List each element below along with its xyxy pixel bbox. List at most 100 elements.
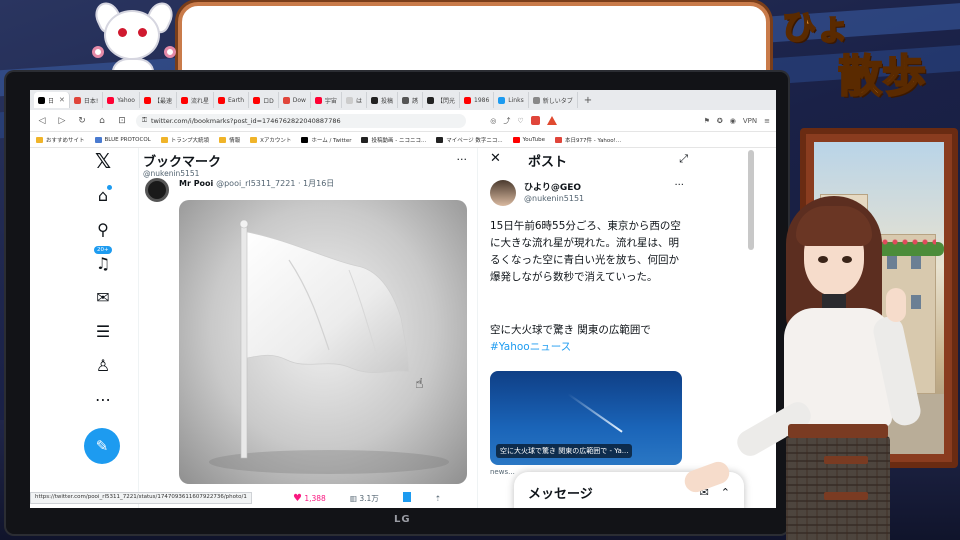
post-author-handle[interactable]: @nukenin5151: [524, 194, 584, 203]
share-button[interactable]: ⇡: [435, 494, 441, 503]
browser-tab[interactable]: Earth: [214, 92, 250, 108]
browser-tab[interactable]: は: [342, 92, 367, 108]
home-nav-icon[interactable]: ⌂: [90, 182, 116, 208]
tab-close-icon[interactable]: ✕: [59, 96, 65, 104]
camera-icon[interactable]: ◎: [490, 117, 496, 125]
tab-favicon-icon: [253, 96, 261, 104]
new-tab-icon[interactable]: +: [584, 95, 592, 106]
browser-tab[interactable]: Dow: [279, 92, 311, 108]
post-more-icon[interactable]: ···: [674, 180, 684, 191]
tweet-author-avatar[interactable]: [145, 178, 169, 202]
browser-tab[interactable]: 宇宙: [311, 92, 342, 108]
bookmark-item[interactable]: 本日977件 - Yahoo!...: [554, 136, 622, 144]
home-icon[interactable]: ⌂: [96, 116, 108, 126]
profile-person-icon[interactable]: ♙: [90, 352, 116, 378]
news-link-card[interactable]: 空に大火球で驚き 関東の広範囲で - Ya...: [490, 371, 682, 465]
browser-tab[interactable]: Yahoo: [103, 92, 140, 108]
lists-icon[interactable]: ☰: [90, 318, 116, 344]
card-caption: 空に大火球で驚き 関東の広範囲で - Ya...: [496, 444, 633, 458]
bar-chart-icon: ▥: [349, 493, 357, 503]
bookmark-item[interactable]: Xアカウント: [250, 136, 291, 144]
browser-tab[interactable]: ロD: [249, 92, 279, 108]
browser-tab[interactable]: 1986: [460, 92, 495, 108]
bookmarks-timeline: ブックマーク @nukenin5151 ··· Mr Pooi @pooi_rl…: [138, 148, 478, 508]
extension-red-icon[interactable]: [530, 116, 540, 125]
bookmark-item[interactable]: マイページ 数字ニコ...: [436, 136, 503, 144]
browser-window: 日 ✕ 日本! Yahoo 【最速 流れ星 Earth ロD Dow 宇宙は投稿誘【閃光 1986 L…: [30, 90, 776, 508]
views-button[interactable]: ▥ 3.1万: [350, 493, 379, 504]
bookmark-item[interactable]: BLUE PROTOCOL: [94, 136, 151, 143]
more-circle-icon[interactable]: ⋯: [90, 386, 116, 412]
bookmark-button[interactable]: [402, 492, 411, 504]
browser-tab[interactable]: 日本!: [70, 92, 104, 108]
messages-envelope-icon[interactable]: ✉: [90, 284, 116, 310]
post-link-text: 空に大火球で驚き 関東の広範囲で #Yahooニュース: [490, 322, 682, 356]
extension-icon[interactable]: ◉: [730, 117, 736, 125]
extension-icon[interactable]: ✪: [717, 117, 723, 125]
tab-favicon-icon: [38, 96, 45, 104]
stream-title-line2: 散歩: [837, 50, 927, 103]
browser-tab[interactable]: 【閃光: [423, 92, 460, 108]
tab-favicon-icon: [180, 96, 188, 104]
tab-favicon-icon: [426, 96, 434, 104]
bookmark-item[interactable]: おすすめサイト: [36, 136, 85, 144]
expand-icon[interactable]: ⤢: [679, 152, 688, 166]
more-options-icon[interactable]: ···: [457, 153, 468, 166]
tab-favicon-icon: [370, 96, 378, 104]
tweet-meta: @pooi_rl5311_7221 · 1月16日: [216, 179, 335, 188]
post-hashtag-link[interactable]: #Yahooニュース: [490, 341, 571, 353]
post-author-avatar[interactable]: [490, 180, 516, 206]
tab-favicon-icon: [498, 96, 506, 104]
tab-favicon-icon: [73, 96, 81, 104]
tab-label: 新しいタブ: [542, 97, 573, 105]
notifications-bell-icon[interactable]: 20+ ♫: [90, 246, 116, 276]
secure-lock-icon: ⚿: [142, 116, 147, 124]
tab-favicon-icon: [314, 96, 322, 104]
heart-outline-icon[interactable]: ♡: [517, 117, 523, 125]
vtuber-avatar: [681, 196, 940, 540]
tab-favicon-icon: [143, 96, 151, 104]
bookmark-item[interactable]: ホーム / Twitter: [301, 136, 351, 144]
browser-tab[interactable]: 流れ星: [177, 92, 214, 108]
bookmark-label: YouTube: [522, 136, 545, 143]
toolbar-extensions: ◎ ⤴ ♡ ⚑ ✪ ◉ VPN ≡: [490, 116, 770, 126]
bookmark-label: おすすめサイト: [46, 137, 85, 144]
close-icon[interactable]: ✕: [490, 151, 501, 166]
bookmark-item[interactable]: 情報: [219, 136, 240, 144]
browser-tab[interactable]: 【最速: [140, 92, 177, 108]
bookmark-item[interactable]: トランプ大統領: [160, 136, 209, 144]
browser-tab[interactable]: 投稿: [367, 92, 398, 108]
forward-icon[interactable]: ▷: [56, 116, 68, 126]
vpn-button[interactable]: VPN: [743, 117, 757, 125]
browser-tab[interactable]: 誘: [398, 92, 423, 108]
share-upload-icon: ⇡: [434, 493, 442, 503]
like-button[interactable]: ♥ 1,388: [293, 493, 326, 504]
tweet-image-white-flag[interactable]: ☝: [179, 200, 467, 484]
bookmark-item[interactable]: YouTube: [512, 136, 545, 143]
browser-tab[interactable]: Links: [494, 92, 529, 108]
bookmark-page-icon[interactable]: ⊡: [116, 116, 128, 126]
post-author-name[interactable]: ひより@GEO: [524, 180, 581, 193]
tab-favicon-icon: [218, 96, 225, 104]
bookmark-folder-icon: [36, 136, 43, 143]
menu-icon[interactable]: ≡: [764, 117, 770, 125]
x-logo-icon[interactable]: 𝕏: [90, 148, 116, 174]
extension-triangle-icon[interactable]: [546, 116, 557, 125]
tweet-actions: ♥ 1,388 ▥ 3.1万 ⇡: [293, 492, 441, 504]
tab-favicon-icon: [464, 96, 471, 104]
address-bar[interactable]: ⚿ twitter.com/i/bookmarks?post_id=174676…: [136, 113, 466, 128]
browser-tab[interactable]: 日 ✕: [34, 92, 70, 108]
bookmark-label: 本日977件 - Yahoo!...: [564, 137, 622, 144]
tab-label: 日本!: [83, 97, 99, 105]
extension-puzzle-icon[interactable]: ⚑: [704, 117, 710, 125]
tab-favicon-icon: [401, 96, 409, 104]
tweet-author-line[interactable]: Mr Pooi @pooi_rl5311_7221 · 1月16日: [179, 178, 334, 189]
back-icon[interactable]: ◁: [36, 116, 48, 126]
share-icon[interactable]: ⤴: [503, 116, 510, 126]
bookmark-item[interactable]: 投稿動画 - ニコニコ...: [361, 136, 426, 144]
compose-post-button[interactable]: ✎: [84, 428, 120, 464]
browser-tab[interactable]: 新しいタブ: [529, 92, 578, 108]
explore-search-icon[interactable]: ⚲: [90, 216, 116, 242]
reload-icon[interactable]: ↻: [76, 116, 88, 126]
tab-favicon-icon: [345, 96, 353, 104]
